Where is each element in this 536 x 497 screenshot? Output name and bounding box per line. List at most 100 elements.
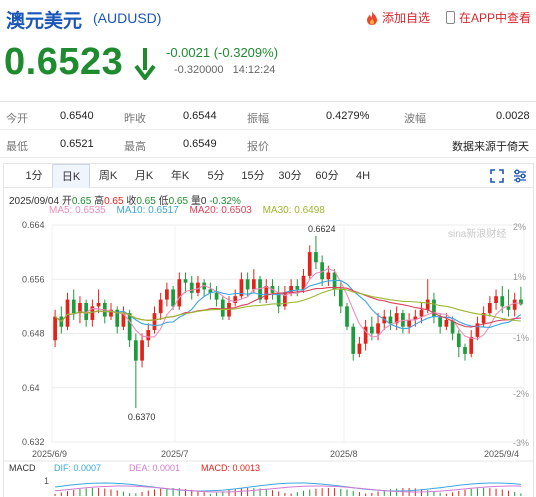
- candle-body: [438, 316, 443, 327]
- candle-body: [171, 289, 175, 307]
- tab-60min[interactable]: 60分: [312, 164, 342, 188]
- candle-body: [314, 252, 318, 263]
- candle-body: [326, 272, 331, 280]
- add-watchlist-button[interactable]: 添加自选: [366, 9, 430, 26]
- candle-body: [407, 319, 411, 327]
- settings-icon[interactable]: [513, 169, 527, 183]
- candle-body: [351, 326, 356, 354]
- candle-body: [251, 279, 256, 290]
- candle-body: [245, 279, 250, 290]
- tab-15min[interactable]: 15分: [238, 164, 268, 188]
- candle-body: [494, 296, 498, 303]
- stats-row: 今开 0.6540 昨收 0.6544 振幅 0.4279% 波幅 0.0028: [0, 102, 536, 130]
- ma30-label: MA30: 0.6498: [262, 205, 325, 216]
- y-tick-label-right: 1%: [513, 272, 526, 282]
- expand-icon[interactable]: [490, 169, 504, 183]
- stats-table: 今开 0.6540 昨收 0.6544 振幅 0.4279% 波幅 0.0028…: [0, 101, 536, 158]
- header: 澳元美元 (AUDUSD) 添加自选 在APP中查看: [0, 0, 536, 34]
- stat-label: 今开: [6, 113, 28, 125]
- candle-body: [140, 340, 144, 361]
- tab-4h[interactable]: 4H: [349, 164, 377, 188]
- y-tick-label-right: -3%: [513, 438, 529, 448]
- phone-icon: [446, 11, 455, 24]
- tab-weekly[interactable]: 周K: [94, 164, 122, 188]
- candle-body: [177, 279, 182, 307]
- tab-daily[interactable]: 日K: [52, 164, 90, 188]
- ma5-label: MA5: 0.6535: [49, 205, 106, 216]
- candle-body: [183, 279, 188, 283]
- macd-legend: MACD: [9, 463, 36, 473]
- candle-body: [295, 286, 300, 290]
- y-tick-label: 0.648: [22, 329, 45, 339]
- macd-y-tick: 1: [44, 476, 49, 486]
- stat-label: 振幅: [247, 113, 269, 125]
- instrument-title: 澳元美元: [6, 11, 83, 32]
- y-tick-label-right: -1%: [513, 333, 529, 343]
- candle-body: [376, 323, 380, 334]
- high-annotation: 0.6624: [308, 224, 336, 234]
- fire-icon: [367, 10, 377, 25]
- low-annotation: 0.6370: [128, 412, 156, 422]
- quote-subline: -0.320000 14:12:24: [174, 64, 275, 76]
- y-tick-label: 0.632: [22, 437, 45, 447]
- candle-body: [220, 299, 225, 317]
- tab-yearly[interactable]: 年K: [166, 164, 194, 188]
- ma20-label: MA20: 0.6503: [189, 205, 252, 216]
- down-arrow-icon: [134, 48, 156, 80]
- tab-30min[interactable]: 30分: [275, 164, 305, 188]
- macd-legend: DIF: 0.0007: [54, 463, 101, 473]
- tab-5min[interactable]: 5分: [202, 164, 230, 188]
- candle-body: [71, 299, 76, 314]
- stat-value: 0.6540: [60, 110, 94, 122]
- candle-body: [506, 306, 511, 310]
- candle-body: [419, 309, 424, 317]
- candle-body: [512, 299, 517, 310]
- period-tabs: 1分 日K 周K 月K 年K 5分 15分 30分 60分 4H: [4, 164, 533, 188]
- candle-body: [65, 299, 70, 327]
- y-tick-label: 0.64: [22, 383, 40, 393]
- candle-body: [189, 282, 194, 293]
- candle-body: [127, 313, 132, 341]
- candle-body: [158, 299, 163, 314]
- candle-body: [289, 286, 293, 293]
- tab-monthly[interactable]: 月K: [130, 164, 158, 188]
- view-in-app-label: 在APP中查看: [459, 11, 532, 25]
- stat-value: 0.4279%: [326, 110, 370, 122]
- y-tick-label: 0.664: [22, 220, 45, 230]
- stat-label: 波幅: [404, 113, 426, 125]
- data-source: 数据来源于倚天: [452, 141, 529, 153]
- candle-body: [264, 286, 269, 300]
- ma10-label: MA10: 0.6517: [116, 205, 179, 216]
- instrument-code: (AUDUSD): [93, 10, 162, 26]
- stat-value: 0.6544: [183, 110, 217, 122]
- change-percent: (-0.3209%): [213, 45, 279, 60]
- candle-body: [146, 330, 151, 341]
- y-tick-label-right: 2%: [513, 222, 526, 232]
- change-value: -0.0021: [166, 45, 211, 60]
- y-tick-label: 0.656: [22, 274, 45, 284]
- tab-1min[interactable]: 1分: [20, 164, 48, 188]
- watermark: sina新浪财经: [448, 227, 506, 240]
- stat-label: 最高: [124, 141, 146, 153]
- candle-series: [53, 235, 523, 409]
- chart-panel: 1分 日K 周K 月K 年K 5分 15分 30分 60分 4H 2025/09…: [3, 163, 534, 497]
- candle-body: [388, 316, 393, 324]
- current-price: 0.6523: [4, 41, 124, 83]
- view-in-app-button[interactable]: 在APP中查看: [446, 9, 531, 26]
- candle-body: [258, 279, 262, 300]
- candle-body: [425, 299, 430, 310]
- quote-time: 14:12:24: [232, 64, 276, 76]
- stat-value: 0.0028: [496, 110, 530, 122]
- ma-legend: MA5: 0.6535 MA10: 0.6517 MA20: 0.6503 MA…: [49, 205, 333, 216]
- stat-value: 0.6549: [183, 138, 217, 150]
- candle-body: [345, 306, 349, 327]
- x-tick-label: 2025/9/4: [484, 449, 519, 459]
- sub-change: -0.320000: [174, 64, 224, 76]
- candle-body: [133, 340, 138, 361]
- x-tick-label: 2025/7: [161, 449, 189, 459]
- candlestick-chart[interactable]: sina新浪财经 0.664 0.656 0.648 0.64 0.632 2% 1% -1%…: [4, 217, 533, 497]
- dea-line: [55, 485, 521, 493]
- candle-body: [487, 302, 492, 314]
- macd-legend: MACD: 0.0013: [201, 463, 260, 473]
- candle-body: [338, 289, 343, 307]
